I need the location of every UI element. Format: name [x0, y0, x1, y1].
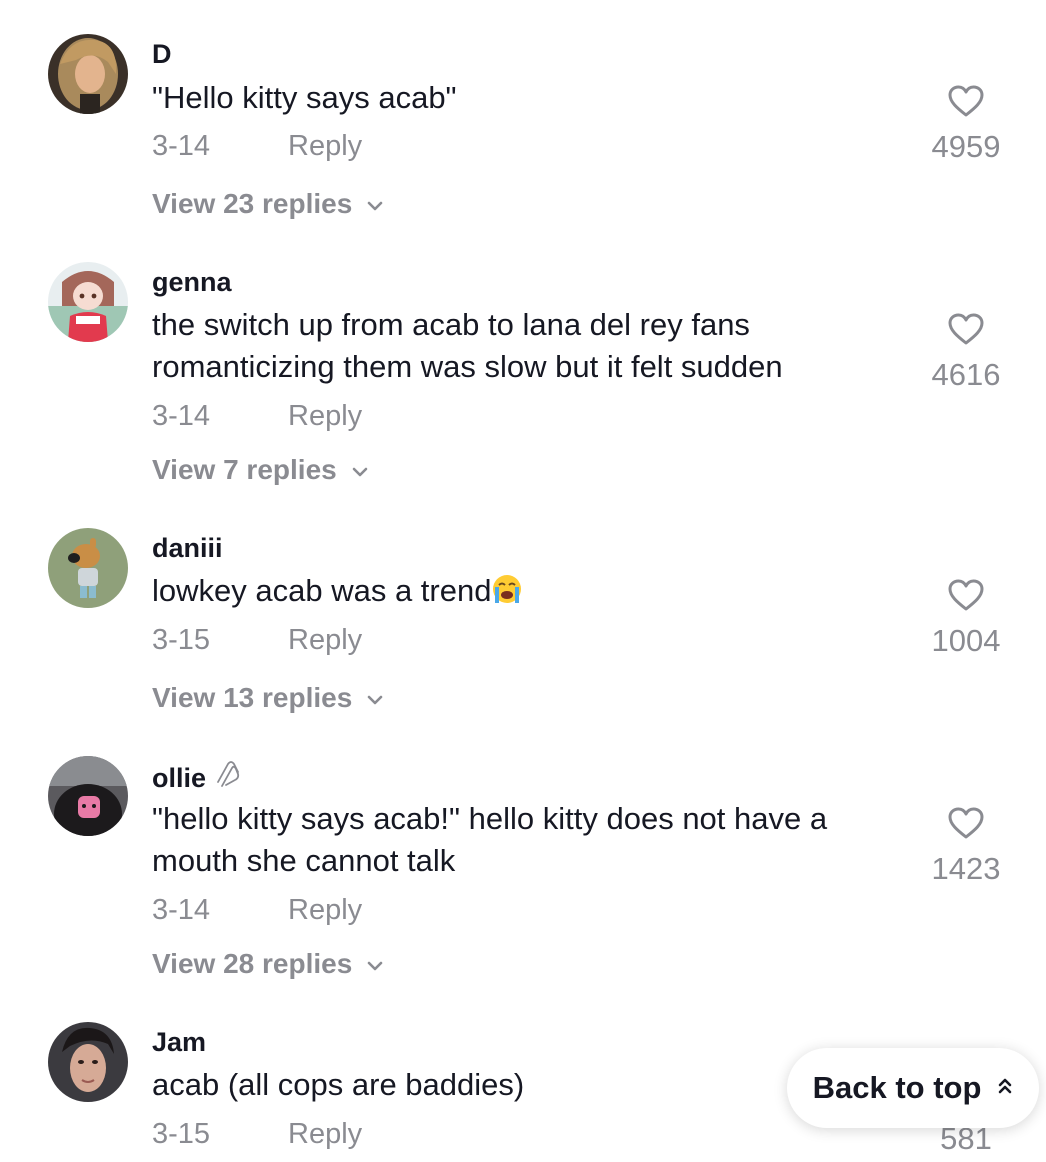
reply-button[interactable]: Reply: [288, 1116, 362, 1152]
comment-meta: 3-14 Reply: [152, 892, 362, 928]
avatar[interactable]: [48, 34, 128, 114]
comment-username[interactable]: Jam: [152, 1026, 206, 1058]
chevron-down-icon: [366, 945, 384, 981]
comment-username[interactable]: ollie: [152, 760, 242, 797]
comment-date: 3-14: [152, 130, 211, 162]
comment-username-text: ollie: [152, 763, 207, 793]
avatar[interactable]: [48, 262, 128, 342]
view-replies-button[interactable]: View 7 replies: [152, 451, 369, 488]
like-count: 1423: [931, 851, 1001, 886]
like-count: 4616: [931, 357, 1001, 392]
comment-meta: 3-15 Reply: [152, 622, 362, 658]
comment-text: lowkey acab was a trend: [152, 570, 912, 616]
like-control: 1423: [911, 806, 1021, 887]
comment-date: 3-14: [152, 400, 211, 432]
reply-button[interactable]: Reply: [288, 128, 362, 164]
chevron-down-icon: [366, 679, 384, 715]
back-to-top-label: Back to top: [812, 1070, 982, 1105]
comment-text: the switch up from acab to lana del rey …: [152, 307, 783, 384]
view-replies-button[interactable]: View 13 replies: [152, 679, 384, 716]
double-chevron-up-icon: [997, 1076, 1013, 1101]
comment-date: 3-15: [152, 624, 211, 656]
paperclip-icon: [212, 760, 242, 797]
like-count: 1004: [931, 623, 1001, 658]
heart-icon[interactable]: [911, 806, 1021, 845]
comment-meta: 3-14 Reply: [152, 128, 362, 164]
chevron-down-icon: [351, 451, 369, 487]
like-control: 1004: [911, 578, 1021, 659]
comment-username[interactable]: genna: [152, 266, 232, 298]
back-to-top-button[interactable]: Back to top: [787, 1048, 1039, 1128]
view-replies-label: View 13 replies: [152, 682, 353, 713]
heart-icon[interactable]: [911, 84, 1021, 123]
comment-text: "hello kitty says acab!" hello kitty doe…: [152, 801, 828, 878]
comment-date: 3-15: [152, 1118, 211, 1150]
view-replies-button[interactable]: View 28 replies: [152, 945, 384, 982]
comment-text: "Hello kitty says acab": [152, 80, 457, 115]
like-control: 4959: [911, 84, 1021, 165]
view-replies-button[interactable]: View 23 replies: [152, 185, 384, 222]
like-count: 4959: [931, 129, 1001, 164]
avatar[interactable]: [48, 1022, 128, 1102]
view-replies-label: View 28 replies: [152, 948, 353, 979]
view-replies-label: View 23 replies: [152, 188, 353, 219]
comment-meta: 3-14 Reply: [152, 398, 362, 434]
comment-text-content: lowkey acab was a trend: [152, 573, 492, 608]
heart-icon[interactable]: [911, 312, 1021, 351]
loudly-crying-face-emoji: [491, 573, 523, 616]
comment-username[interactable]: daniii: [152, 532, 223, 564]
reply-button[interactable]: Reply: [288, 892, 362, 928]
comment-date: 3-14: [152, 894, 211, 926]
avatar[interactable]: [48, 528, 128, 608]
comment-meta: 3-15 Reply: [152, 1116, 362, 1152]
view-replies-label: View 7 replies: [152, 454, 337, 485]
reply-button[interactable]: Reply: [288, 622, 362, 658]
comment-username[interactable]: D: [152, 38, 172, 70]
avatar[interactable]: [48, 756, 128, 836]
reply-button[interactable]: Reply: [288, 398, 362, 434]
like-control: 4616: [911, 312, 1021, 393]
heart-icon[interactable]: [911, 578, 1021, 617]
chevron-down-icon: [366, 185, 384, 221]
